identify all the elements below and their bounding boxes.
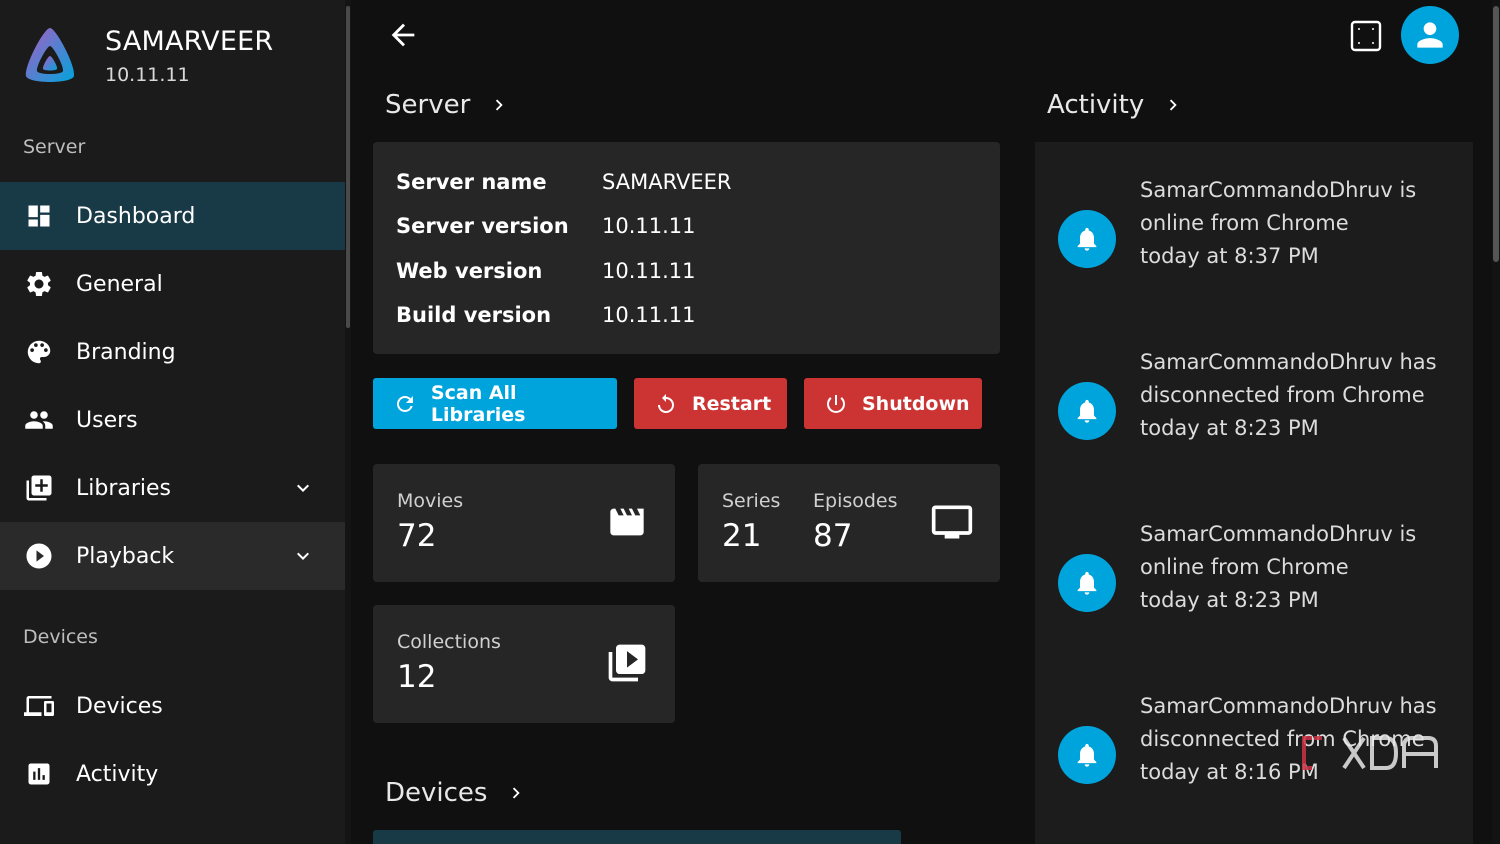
activity-chart-icon — [24, 759, 54, 789]
play-circle-icon — [24, 541, 54, 571]
section-label-devices: Devices — [23, 626, 98, 648]
info-key: Server version — [396, 214, 569, 238]
collections-count: 12 — [397, 659, 437, 695]
jellyfin-logo-icon — [25, 28, 75, 82]
activity-time: today at 8:23 PM — [1140, 416, 1319, 440]
sidebar-item-label: Playback — [76, 543, 175, 569]
info-key: Server name — [396, 170, 547, 194]
series-count: 21 — [722, 518, 762, 554]
notification-bell-icon — [1058, 382, 1116, 440]
movies-card[interactable]: Movies 72 — [373, 464, 675, 582]
dashboard-icon — [24, 201, 54, 231]
info-value: 10.11.11 — [602, 303, 696, 327]
sidebar-item-activity[interactable]: Activity — [0, 740, 345, 808]
sidebar-item-label: Activity — [76, 761, 159, 787]
sidebar-item-label: Devices — [76, 693, 163, 719]
section-label-server: Server — [23, 136, 86, 158]
activity-item[interactable]: SamarCommandoDhruv is online from Chrome… — [1035, 508, 1473, 658]
restart-label: Restart — [692, 392, 772, 415]
scan-all-libraries-label: Scan All Libraries — [430, 381, 526, 426]
shutdown-label: Shutdown — [862, 392, 970, 415]
devices-icon — [24, 691, 54, 721]
server-name: SAMARVEER — [105, 26, 274, 57]
collections-label: Collections — [397, 631, 501, 653]
activity-time: today at 8:37 PM — [1140, 244, 1319, 268]
device-card-partial[interactable] — [373, 830, 901, 844]
refresh-icon — [396, 395, 413, 412]
series-label: Series — [722, 490, 781, 512]
sidebar-item-label: Dashboard — [76, 203, 196, 229]
xda-watermark-logo — [1302, 736, 1438, 770]
power-icon — [827, 394, 845, 413]
activity-item[interactable]: SamarCommandoDhruv has disconnected from… — [1035, 336, 1473, 486]
chevron-down-icon[interactable] — [291, 544, 315, 568]
movie-clapper-icon — [610, 508, 644, 536]
activity-text: SamarCommandoDhruv is online from Chrome — [1140, 178, 1417, 235]
activity-text: SamarCommandoDhruv is online from Chrome — [1140, 522, 1417, 579]
sidebar-item-playback[interactable]: Playback — [0, 522, 345, 590]
sidebar-item-label: Libraries — [76, 475, 172, 501]
server-heading: Server — [385, 90, 471, 120]
user-icon — [1417, 22, 1443, 48]
activity-time: today at 8:23 PM — [1140, 588, 1319, 612]
info-row-web-version: Web version 10.11.11 — [396, 254, 696, 288]
gear-icon — [24, 269, 54, 299]
sidebar-item-general[interactable]: General — [0, 250, 345, 318]
server-info-card: Server name SAMARVEER Server version 10.… — [373, 142, 1000, 354]
devices-section-link[interactable]: Devices — [385, 778, 527, 808]
info-row-build-version: Build version 10.11.11 — [396, 298, 696, 332]
movies-label: Movies — [397, 490, 464, 512]
video-library-icon — [608, 644, 646, 682]
chevron-right-icon — [1170, 99, 1177, 111]
palette-icon — [24, 337, 54, 367]
chevron-right-icon — [496, 99, 503, 111]
sidebar-item-devices[interactable]: Devices — [0, 672, 345, 740]
episodes-label: Episodes — [813, 490, 898, 512]
collections-card[interactable]: Collections 12 — [373, 605, 675, 723]
restart-button[interactable]: Restart — [634, 378, 787, 429]
info-value: 10.11.11 — [602, 214, 696, 238]
server-brand[interactable]: SAMARVEER 10.11.11 — [22, 24, 273, 90]
sidebar-item-label: Users — [76, 407, 138, 433]
server-section-link[interactable]: Server — [385, 90, 510, 120]
user-avatar[interactable] — [1401, 6, 1459, 64]
activity-text: SamarCommandoDhruv has disconnected from… — [1140, 350, 1437, 407]
activity-heading: Activity — [1047, 90, 1145, 120]
users-icon — [24, 405, 54, 435]
devices-heading: Devices — [385, 778, 488, 808]
library-add-icon — [24, 473, 54, 503]
info-row-server-name: Server name SAMARVEER — [396, 165, 732, 199]
tv-icon — [931, 505, 973, 539]
cast-icon[interactable] — [1348, 18, 1384, 54]
sidebar-item-dashboard[interactable]: Dashboard — [0, 182, 345, 250]
sidebar-item-libraries[interactable]: Libraries — [0, 454, 345, 522]
sidebar-item-label: Branding — [76, 339, 176, 365]
sidebar-item-users[interactable]: Users — [0, 386, 345, 454]
movies-count: 72 — [397, 518, 437, 554]
activity-item[interactable]: SamarCommandoDhruv is online from Chrome… — [1035, 164, 1473, 314]
sidebar-item-label: General — [76, 271, 163, 297]
scan-all-libraries-button[interactable]: Scan All Libraries — [373, 378, 617, 429]
notification-bell-icon — [1058, 554, 1116, 612]
restart-icon — [658, 393, 674, 413]
info-row-server-version: Server version 10.11.11 — [396, 209, 696, 243]
server-version: 10.11.11 — [105, 64, 190, 86]
episodes-count: 87 — [813, 518, 853, 554]
notification-bell-icon — [1058, 210, 1116, 268]
page-scrollbar[interactable] — [1492, 0, 1500, 844]
chevron-down-icon[interactable] — [291, 476, 315, 500]
info-value: SAMARVEER — [602, 170, 732, 194]
info-value: 10.11.11 — [602, 259, 696, 283]
sidebar: SAMARVEER 10.11.11 Server Dashboard Gene… — [0, 0, 345, 844]
info-key: Web version — [396, 259, 543, 283]
series-card[interactable]: Series 21 Episodes 87 — [698, 464, 1000, 582]
shutdown-button[interactable]: Shutdown — [804, 378, 982, 429]
notification-bell-icon — [1058, 726, 1116, 784]
activity-section-link[interactable]: Activity — [1047, 90, 1184, 120]
chevron-right-icon — [513, 787, 521, 799]
sidebar-item-branding[interactable]: Branding — [0, 318, 345, 386]
back-arrow-icon[interactable] — [386, 18, 420, 52]
info-key: Build version — [396, 303, 552, 327]
